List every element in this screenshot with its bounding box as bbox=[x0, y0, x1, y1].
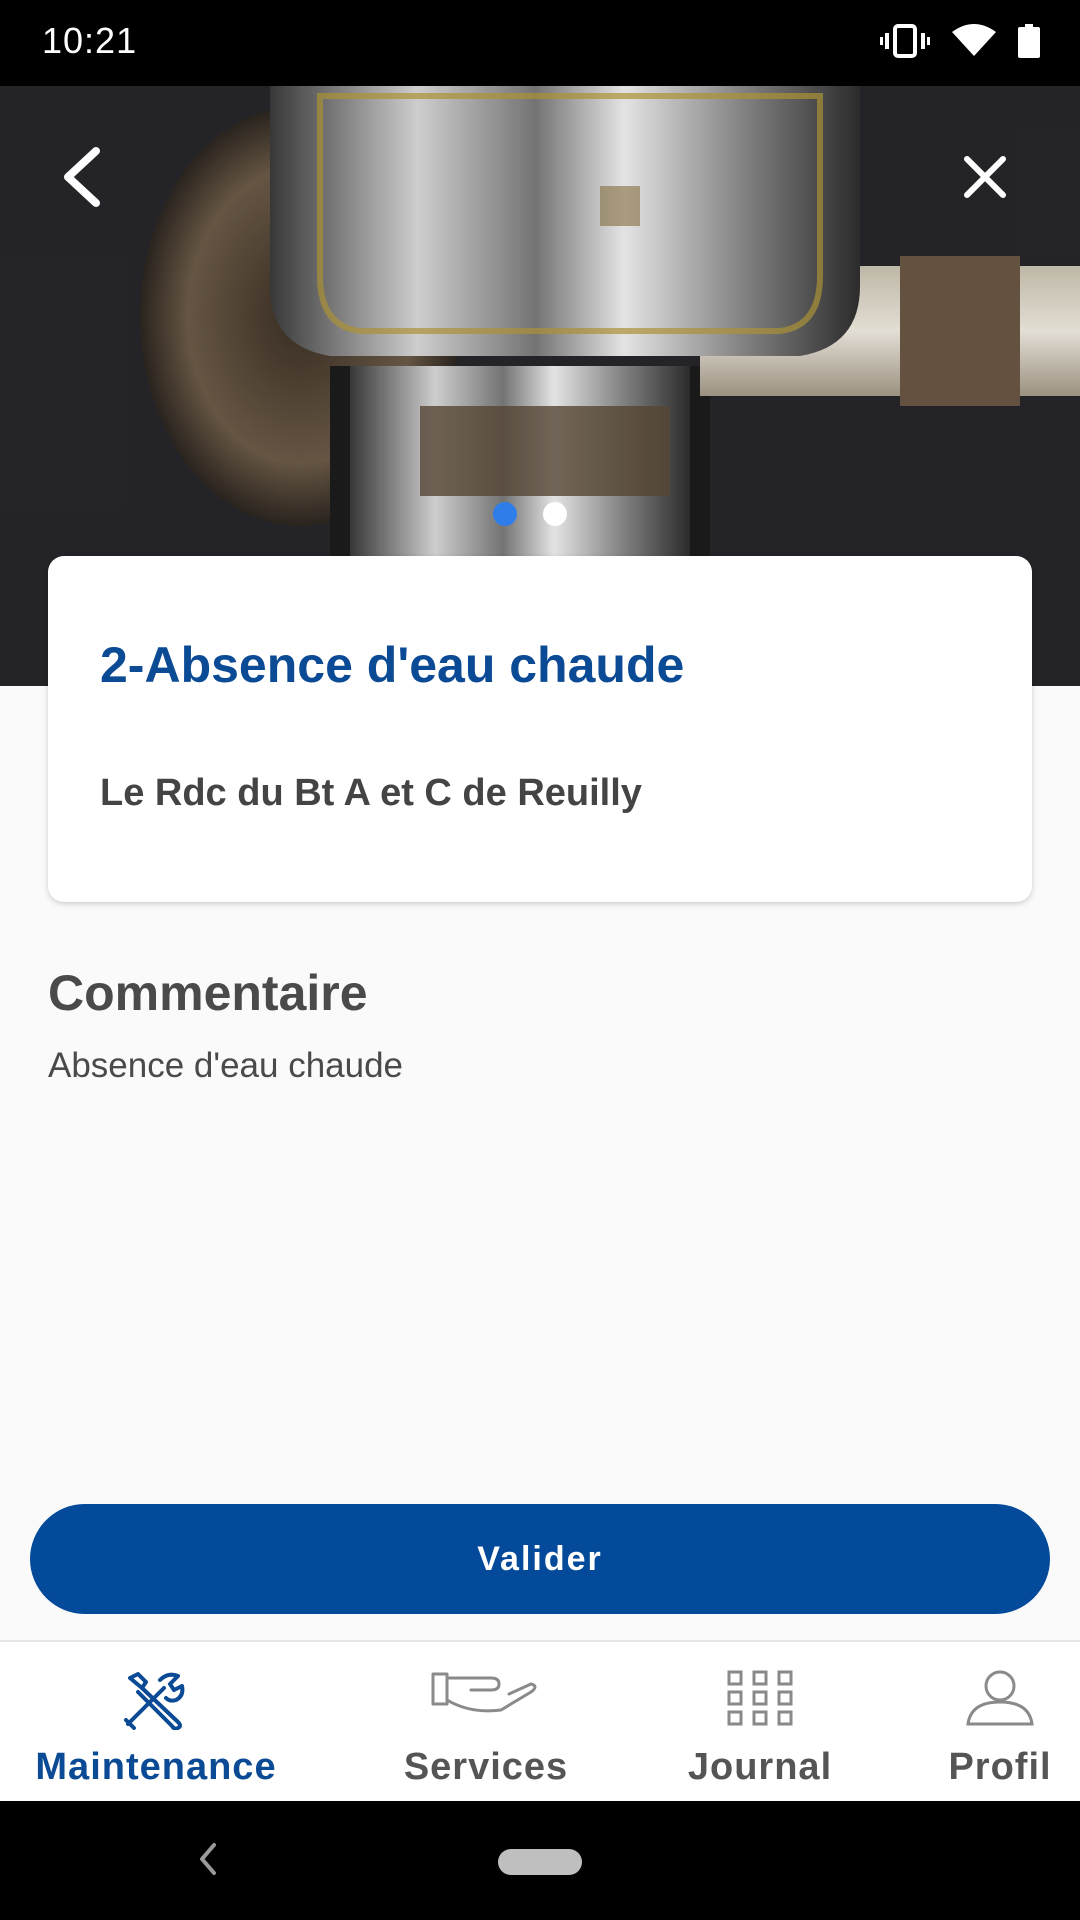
issue-card: 2-Absence d'eau chaude Le Rdc du Bt A et… bbox=[48, 556, 1032, 902]
validate-button[interactable]: Valider bbox=[30, 1504, 1050, 1614]
close-icon bbox=[964, 156, 1006, 198]
status-bar: 10:21 bbox=[0, 0, 1080, 86]
tab-label-maintenance: Maintenance bbox=[35, 1746, 277, 1788]
wifi-icon bbox=[952, 24, 996, 63]
status-icons bbox=[880, 24, 1040, 63]
grid-icon bbox=[727, 1670, 793, 1731]
back-button[interactable] bbox=[36, 132, 126, 222]
status-time: 10:21 bbox=[42, 20, 138, 61]
comment-text: Absence d'eau chaude bbox=[48, 1046, 404, 1085]
person-icon bbox=[965, 1670, 1035, 1731]
tools-icon bbox=[120, 1670, 192, 1735]
comment-heading: Commentaire bbox=[48, 965, 368, 1021]
hand-icon bbox=[431, 1670, 541, 1725]
tab-journal[interactable]: Journal bbox=[660, 1642, 860, 1802]
tab-label-services: Services bbox=[403, 1746, 569, 1788]
chevron-left-icon bbox=[64, 147, 100, 207]
carousel-dot-1[interactable] bbox=[493, 502, 517, 526]
system-nav-bar bbox=[0, 1801, 1080, 1920]
tab-services[interactable]: Services bbox=[340, 1642, 632, 1802]
battery-icon bbox=[1018, 24, 1040, 63]
close-button[interactable] bbox=[940, 132, 1030, 222]
tab-maintenance[interactable]: Maintenance bbox=[0, 1642, 312, 1802]
tab-label-journal: Journal bbox=[687, 1746, 833, 1788]
tab-label-profil: Profil bbox=[948, 1746, 1052, 1788]
issue-location: Le Rdc du Bt A et C de Reuilly bbox=[100, 772, 642, 814]
carousel-dots bbox=[0, 502, 1070, 526]
system-back-icon[interactable] bbox=[194, 1839, 222, 1884]
system-home-pill[interactable] bbox=[498, 1849, 582, 1875]
vibrate-icon bbox=[880, 24, 930, 63]
bottom-tab-bar: Maintenance Services Journal Profil bbox=[0, 1640, 1080, 1803]
carousel-dot-2[interactable] bbox=[543, 502, 567, 526]
issue-title: 2-Absence d'eau chaude bbox=[100, 637, 685, 693]
tab-profil[interactable]: Profil bbox=[920, 1642, 1080, 1802]
